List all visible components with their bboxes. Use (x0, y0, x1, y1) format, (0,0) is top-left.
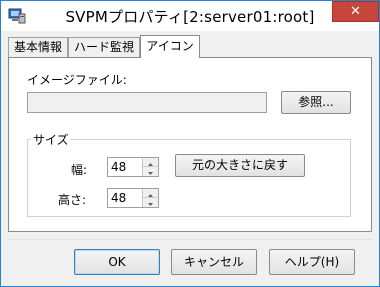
height-down-arrow-icon[interactable] (143, 198, 158, 207)
width-down-arrow-icon[interactable] (143, 167, 158, 176)
width-label: 幅: (71, 163, 88, 177)
close-icon: ✕ (350, 4, 361, 19)
width-stepper[interactable]: 48 (107, 157, 159, 177)
height-up-arrow-icon[interactable] (143, 189, 158, 198)
title-bar[interactable]: SVPMプロパティ[2:server01:root] ✕ (1, 1, 379, 31)
browse-button[interactable]: 参照... (281, 91, 351, 114)
width-up-arrow-icon[interactable] (143, 158, 158, 167)
image-file-label: イメージファイル: (27, 73, 127, 87)
tab-icon[interactable]: アイコン (140, 35, 200, 58)
tab-label: 基本情報 (13, 40, 62, 54)
properties-dialog: SVPMプロパティ[2:server01:root] ✕ 基本情報 ハード監視 … (0, 0, 380, 287)
tab-label: アイコン (146, 39, 194, 53)
height-label: 高さ: (58, 193, 87, 207)
reset-size-button[interactable]: 元の大きさに戻す (175, 154, 305, 177)
tab-hardware-monitor[interactable]: ハード監視 (68, 37, 140, 57)
window-title: SVPMプロパティ[2:server01:root] (65, 8, 315, 26)
cancel-button[interactable]: キャンセル (171, 249, 257, 275)
help-button[interactable]: ヘルプ(H) (269, 249, 355, 275)
width-value: 48 (111, 160, 127, 174)
tab-label: ハード監視 (73, 40, 134, 54)
size-group-label: サイズ (31, 131, 71, 148)
divider (8, 239, 372, 240)
tab-basic-info[interactable]: 基本情報 (8, 37, 68, 57)
height-value: 48 (111, 191, 127, 205)
height-stepper[interactable]: 48 (107, 188, 159, 208)
close-button[interactable]: ✕ (332, 1, 379, 22)
ok-button[interactable]: OK (74, 249, 160, 275)
image-file-field[interactable] (27, 92, 267, 113)
